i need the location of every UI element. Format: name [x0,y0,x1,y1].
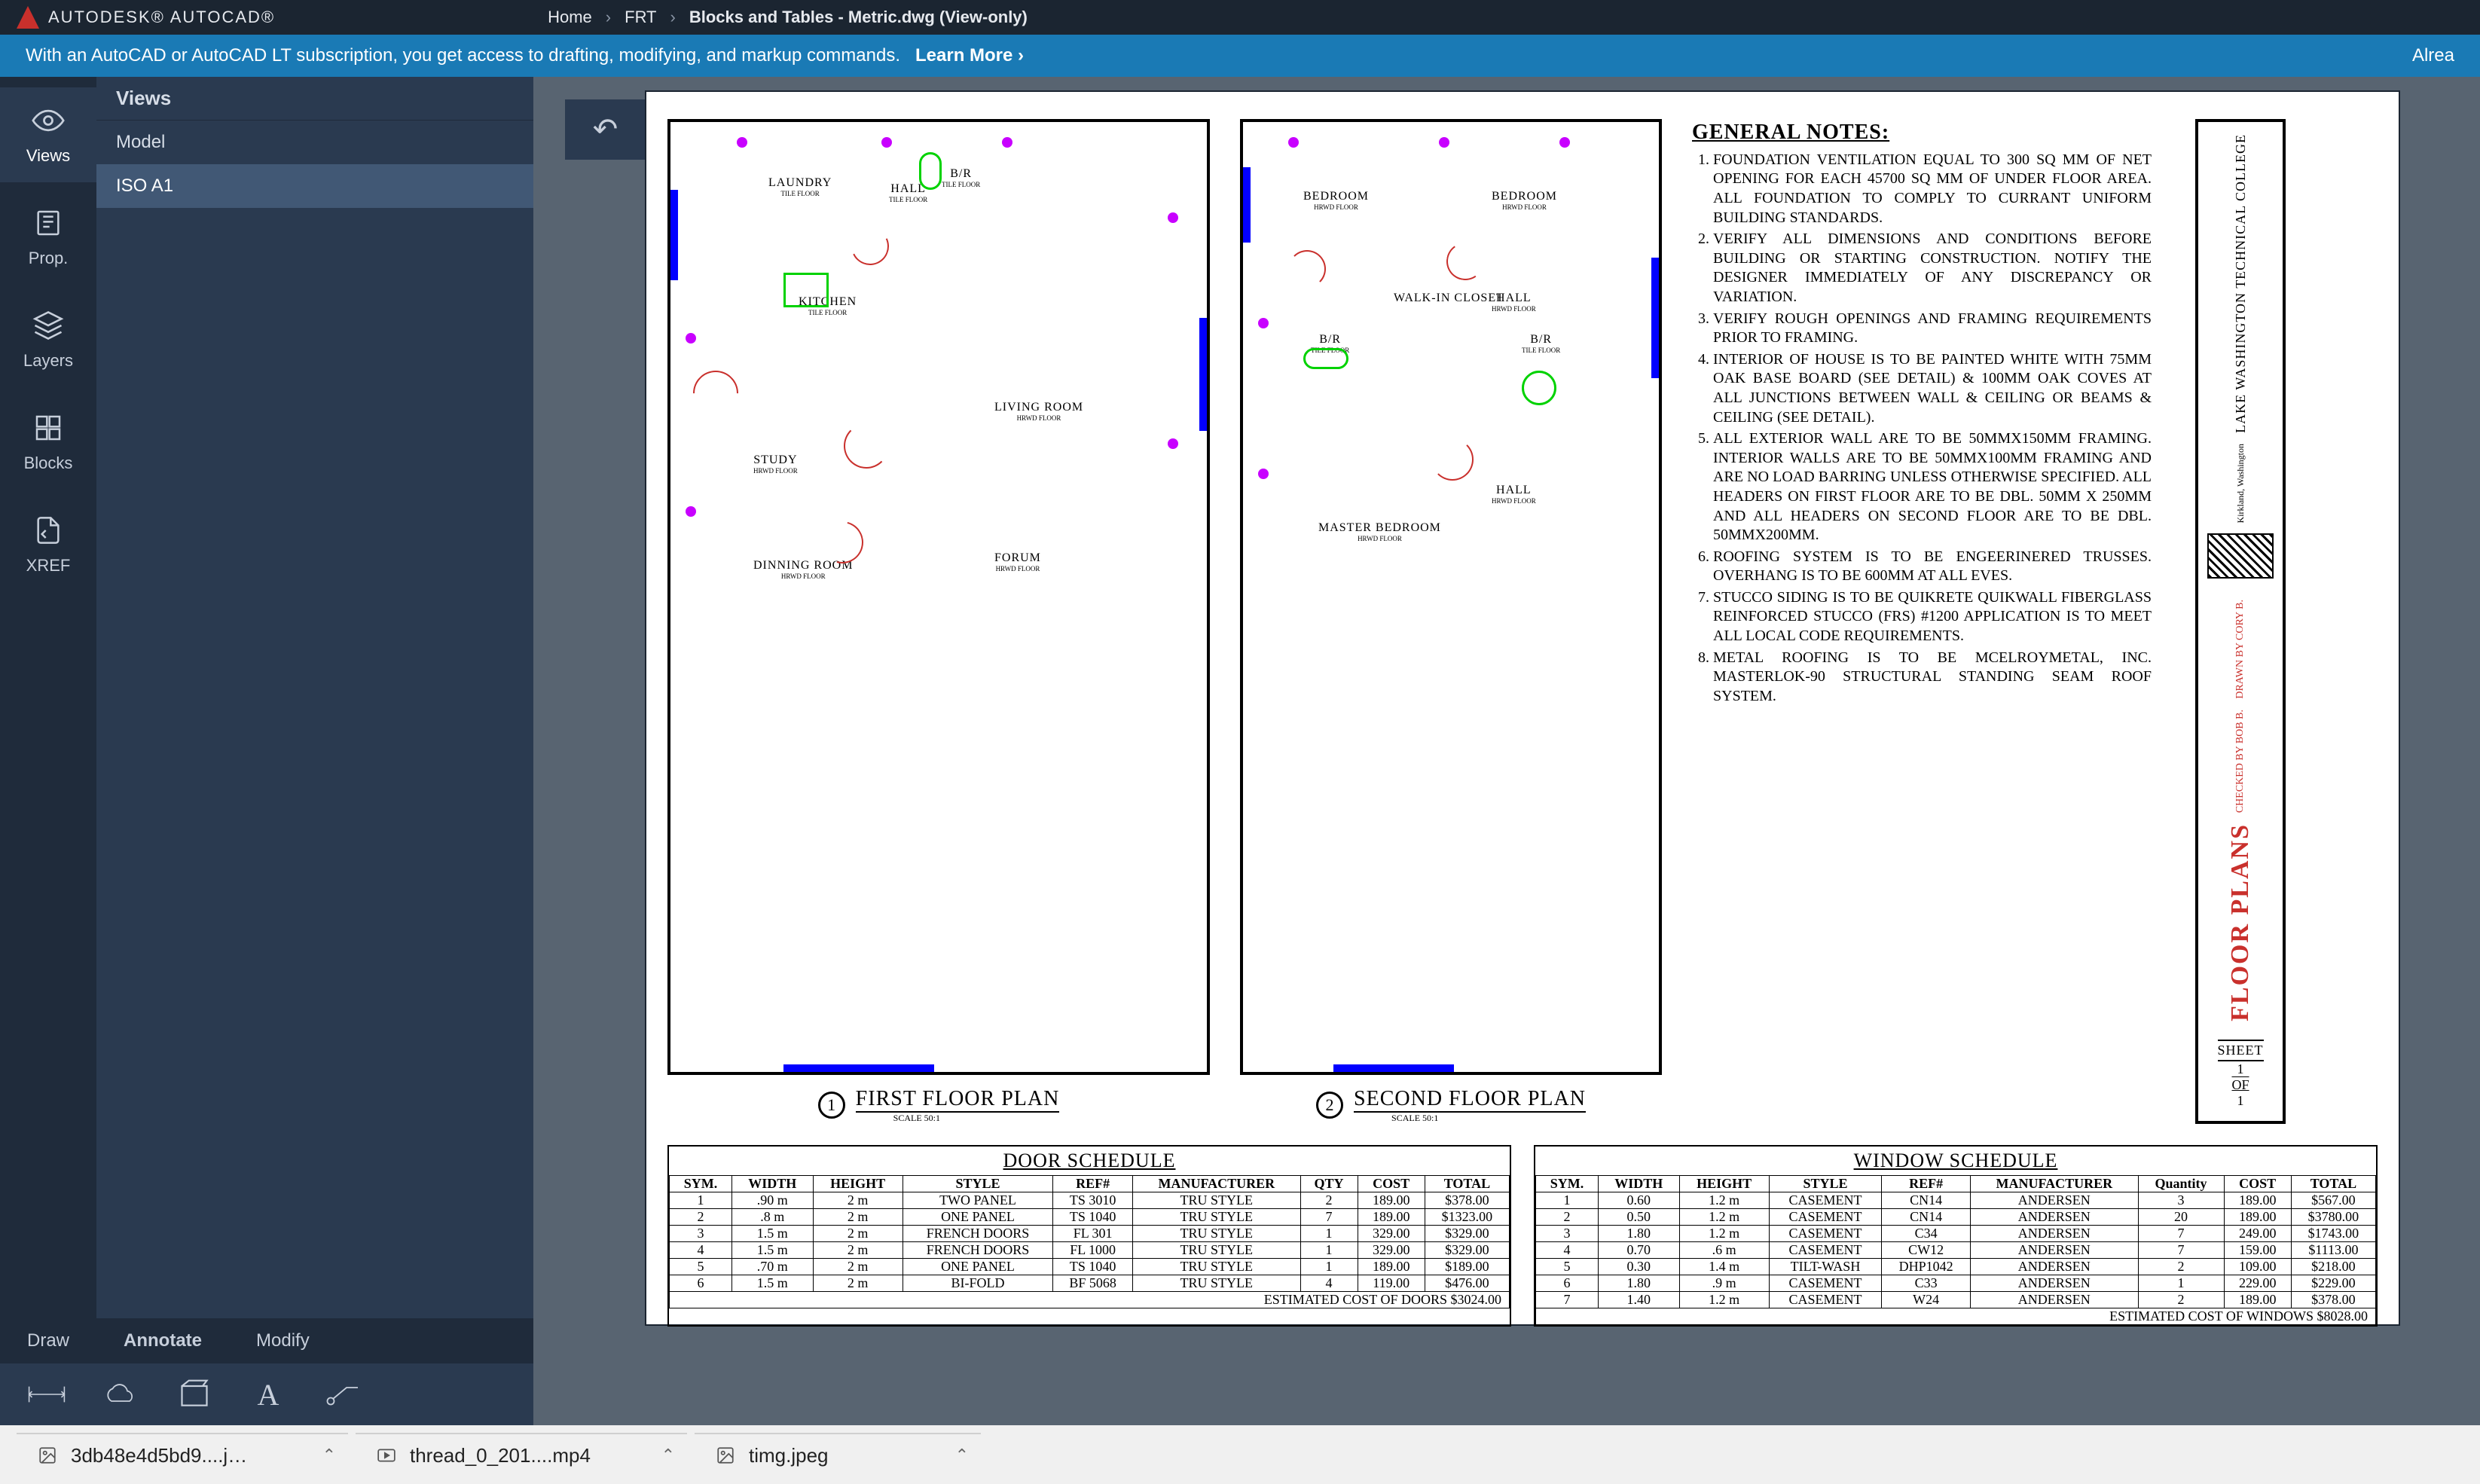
logo-hatch [2207,533,2274,579]
table-row: 2.8 m2 mONE PANELTS 1040TRU STYLE7189.00… [670,1208,1510,1225]
breadcrumb: Home › FRT › Blocks and Tables - Metric.… [548,8,1028,27]
table-row: 31.5 m2 mFRENCH DOORSFL 301TRU STYLE1329… [670,1225,1510,1241]
os-taskbar: 3db48e4d5bd9....j…⌃ thread_0_201....mp4⌃… [0,1425,2480,1484]
banner-message: With an AutoCAD or AutoCAD LT subscripti… [26,45,900,66]
note-item: FOUNDATION VENTILATION EQUAL TO 300 SQ M… [1713,151,2152,227]
annotate-tools: A [0,1363,533,1425]
plan-number-2: 2 [1316,1092,1343,1119]
view-item-model[interactable]: Model [96,121,533,164]
task-item[interactable]: timg.jpeg⌃ [695,1433,981,1476]
note-item: VERIFY ALL DIMENSIONS AND CONDITIONS BEF… [1713,230,2152,307]
eye-icon [32,104,65,137]
task-item[interactable]: 3db48e4d5bd9....j…⌃ [17,1433,348,1476]
title-bar: AUTODESK® AUTOCAD® Home › FRT › Blocks a… [0,0,2480,35]
note-item: VERIFY ROUGH OPENINGS AND FRAMING REQUIR… [1713,310,2152,348]
nav-rail: Views Prop. Layers Blocks XREF [0,77,96,1425]
plan-number-1: 1 [818,1092,845,1119]
rectangle-icon[interactable] [175,1375,214,1414]
note-item: STUCCO SIDING IS TO BE QUIKRETE QUIKWALL… [1713,588,2152,646]
breadcrumb-file: Blocks and Tables - Metric.dwg (View-onl… [689,8,1028,27]
general-notes: GENERAL NOTES: FOUNDATION VENTILATION EQ… [1692,119,2152,1124]
app-logo: AUTODESK® AUTOCAD® [0,6,292,29]
rail-properties[interactable]: Prop. [0,190,96,285]
breadcrumb-home[interactable]: Home [548,8,592,27]
learn-more-link[interactable]: Learn More [915,45,1024,66]
video-icon [377,1446,396,1465]
table-row: 5.70 m2 mONE PANELTS 1040TRU STYLE1189.0… [670,1258,1510,1275]
drawing-viewport[interactable]: ↶ ↷ LAUNDRYTILE FLOOR HALLTILE FLOOR B/R… [533,77,2480,1425]
note-item: ROOFING SYSTEM IS TO BE ENGEERINERED TRU… [1713,548,2152,586]
chevron-up-icon: ⌃ [322,1446,336,1465]
cloud-icon[interactable] [101,1375,140,1414]
door-schedule: DOOR SCHEDULE SYM.WIDTHHEIGHTSTYLEREF#MA… [667,1145,1511,1327]
table-row: 40.70.6 mCASEMENTCW12ANDERSEN7159.00$111… [1536,1241,2376,1258]
banner-right-cut: Alrea [2412,45,2454,66]
second-floor-plan: BEDROOMHRWD FLOOR BEDROOMHRWD FLOOR WALK… [1240,119,1662,1124]
paper-sheet: LAUNDRYTILE FLOOR HALLTILE FLOOR B/RTILE… [645,90,2400,1326]
chevron-right-icon: › [670,8,676,27]
note-item: METAL ROOFING IS TO BE MCELROYMETAL, INC… [1713,649,2152,707]
rail-layers[interactable]: Layers [0,292,96,387]
text-icon[interactable]: A [249,1375,288,1414]
table-row: 71.401.2 mCASEMENTW24ANDERSEN2189.00$378… [1536,1291,2376,1308]
plan-title-2: SECOND FLOOR PLAN [1354,1087,1586,1113]
task-item[interactable]: thread_0_201....mp4⌃ [356,1433,687,1476]
xref-icon [32,514,65,547]
table-row: 41.5 m2 mFRENCH DOORSFL 1000TRU STYLE132… [670,1241,1510,1258]
layers-icon [32,309,65,342]
note-item: ALL EXTERIOR WALL ARE TO BE 50MMX150MM F… [1713,429,2152,545]
tab-draw[interactable]: Draw [0,1318,96,1363]
promo-banner: With an AutoCAD or AutoCAD LT subscripti… [0,35,2480,77]
rail-xref[interactable]: XREF [0,497,96,592]
window-schedule: WINDOW SCHEDULE SYM.WIDTHHEIGHTSTYLEREF#… [1534,1145,2378,1327]
table-row: 61.80.9 mCASEMENTC33ANDERSEN1229.00$229.… [1536,1275,2376,1291]
image-icon [38,1446,57,1465]
chevron-right-icon: › [606,8,611,27]
chevron-up-icon: ⌃ [661,1446,675,1465]
undo-icon[interactable]: ↶ [586,109,625,150]
bottom-tab-strip: Draw Annotate Modify [0,1318,533,1363]
table-row: 20.501.2 mCASEMENTCN14ANDERSEN20189.00$3… [1536,1208,2376,1225]
table-row: 50.301.4 mTILT-WASHDHP1042ANDERSEN2109.0… [1536,1258,2376,1275]
view-item-iso-a1[interactable]: ISO A1 [96,164,533,208]
tab-modify[interactable]: Modify [229,1318,337,1363]
table-row: 61.5 m2 mBI-FOLDBF 5068TRU STYLE4119.00$… [670,1275,1510,1291]
image-icon [716,1446,735,1465]
breadcrumb-project[interactable]: FRT [625,8,656,27]
table-row: 31.801.2 mCASEMENTC34ANDERSEN7249.00$174… [1536,1225,2376,1241]
table-row: 1.90 m2 mTWO PANELTS 3010TRU STYLE2189.0… [670,1192,1510,1208]
properties-icon [32,206,65,240]
rail-views[interactable]: Views [0,87,96,182]
app-name: AUTODESK® AUTOCAD® [48,8,275,27]
tab-annotate[interactable]: Annotate [96,1318,229,1363]
table-row: 10.601.2 mCASEMENTCN14ANDERSEN3189.00$56… [1536,1192,2376,1208]
leader-icon[interactable] [322,1375,362,1414]
autocad-icon [17,6,39,29]
views-panel: Views Model ISO A1 [96,77,533,1425]
dimension-icon[interactable] [27,1375,66,1414]
first-floor-plan: LAUNDRYTILE FLOOR HALLTILE FLOOR B/RTILE… [667,119,1210,1124]
note-item: INTERIOR OF HOUSE IS TO BE PAINTED WHITE… [1713,350,2152,427]
blocks-icon [32,411,65,444]
panel-header: Views [96,77,533,121]
plan-title-1: FIRST FLOOR PLAN [856,1087,1060,1113]
chevron-up-icon: ⌃ [955,1446,969,1465]
rail-blocks[interactable]: Blocks [0,395,96,490]
title-block: LAKE WASHINGTON TECHNICAL COLLEGE Kirkla… [2195,119,2286,1124]
